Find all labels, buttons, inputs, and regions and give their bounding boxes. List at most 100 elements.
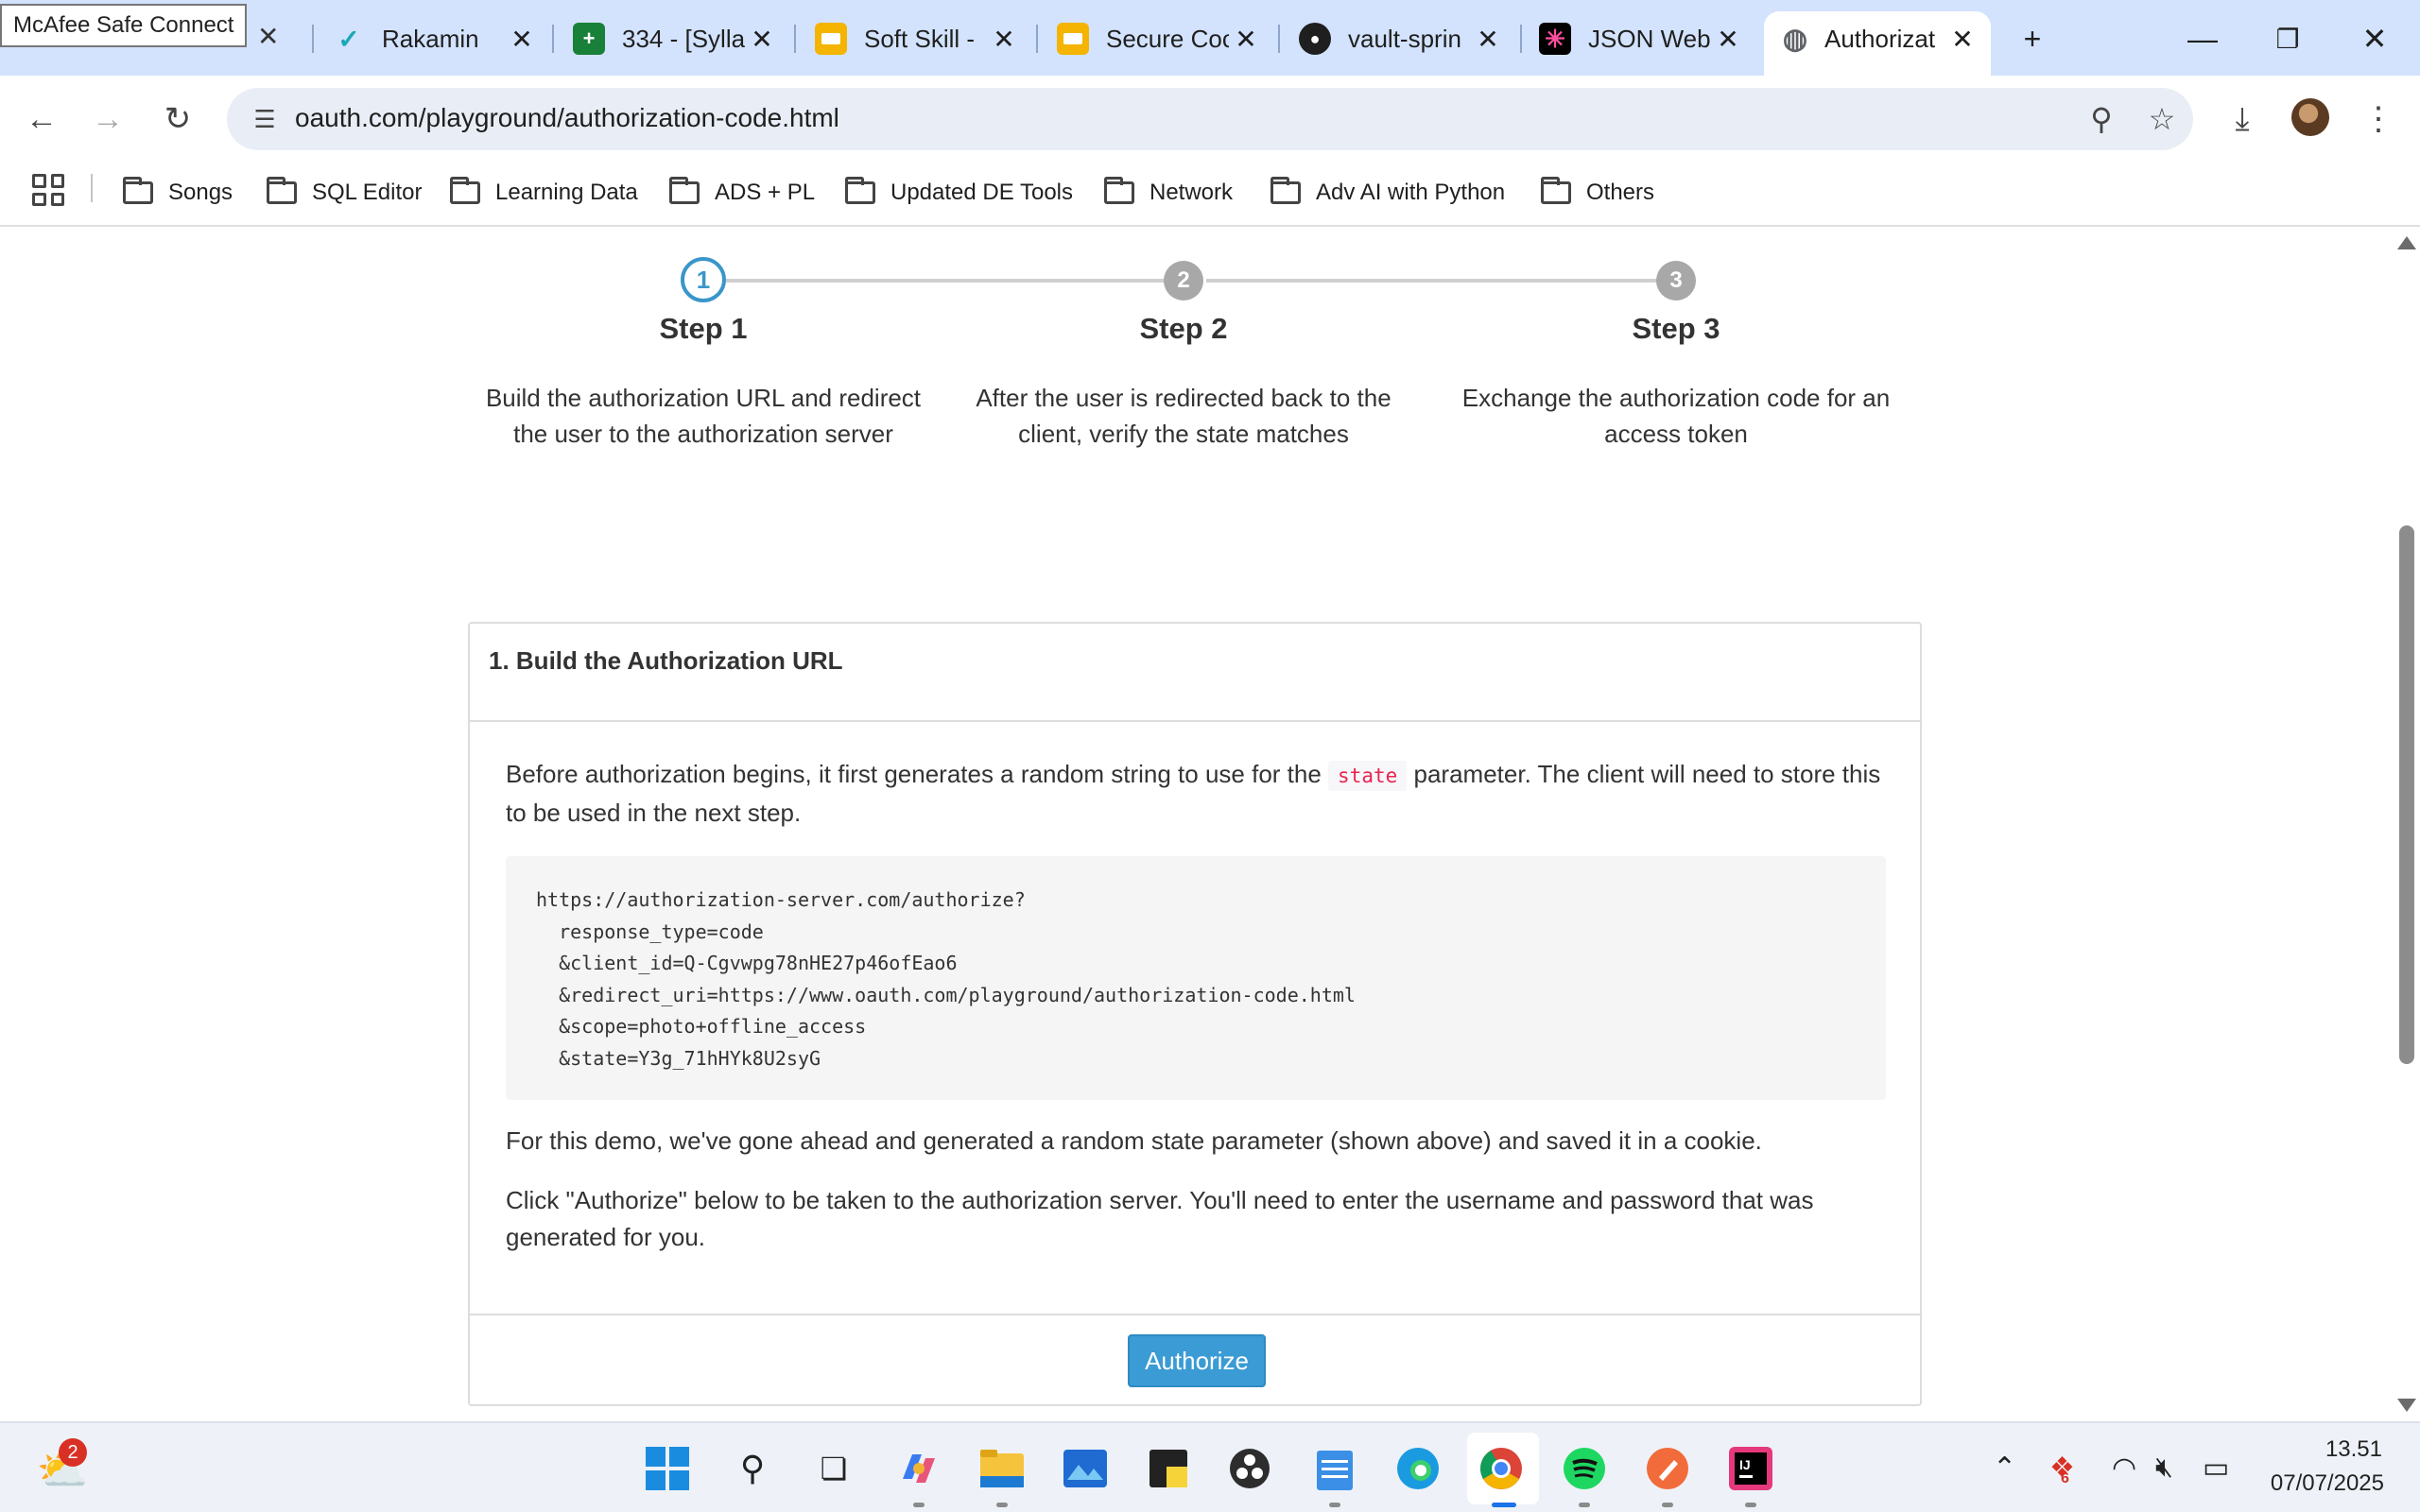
- authorize-button[interactable]: Authorize: [1128, 1334, 1266, 1387]
- bookmark-folder-others[interactable]: Others: [1541, 174, 1654, 212]
- bookmark-folder-sql-editor[interactable]: SQL Editor: [267, 174, 423, 212]
- step-2-title: Step 2: [1139, 312, 1228, 345]
- file-explorer-icon[interactable]: [977, 1444, 1027, 1493]
- bookmark-folder-ads-pl[interactable]: ADS + PL: [669, 174, 815, 212]
- bookmark-label: ADS + PL: [715, 180, 816, 205]
- close-icon[interactable]: ✕: [985, 24, 1023, 55]
- intellij-icon[interactable]: IJ: [1726, 1444, 1775, 1493]
- intro-paragraph: Before authorization begins, it first ge…: [506, 756, 1886, 832]
- search-icon[interactable]: ⚲: [728, 1444, 777, 1493]
- bookmark-folder-songs[interactable]: Songs: [123, 174, 233, 212]
- tab-separator: [794, 25, 796, 53]
- tab-authorization[interactable]: ◍ Authorizat ✕: [1779, 13, 1981, 64]
- edge-icon[interactable]: [1393, 1444, 1443, 1493]
- authorization-url-code: https://authorization-server.com/authori…: [506, 856, 1886, 1100]
- page-scrollbar[interactable]: [2394, 229, 2420, 1421]
- windows-start-icon[interactable]: [643, 1444, 692, 1493]
- battery-icon[interactable]: ▭: [2203, 1452, 2229, 1485]
- bookmark-folder-adv-ai[interactable]: Adv AI with Python: [1270, 174, 1505, 212]
- new-tab-button[interactable]: +: [1995, 13, 2070, 64]
- folder-icon: [1541, 177, 1571, 204]
- clock-time[interactable]: 13.51: [2325, 1436, 2382, 1463]
- step-2-indicator: 2: [1164, 261, 1203, 301]
- copilot-icon[interactable]: [894, 1444, 943, 1493]
- spotify-icon[interactable]: [1560, 1444, 1609, 1493]
- running-indicator: [1745, 1503, 1756, 1507]
- bookmark-label: Learning Data: [495, 180, 638, 205]
- step-1-description: Build the authorization URL and redirect…: [485, 384, 922, 448]
- tab-soft-skill[interactable]: Soft Skill - ✕: [815, 13, 1023, 64]
- scroll-down-arrow-icon[interactable]: [2397, 1399, 2416, 1412]
- restore-button[interactable]: ❐: [2250, 13, 2325, 64]
- scroll-thumb[interactable]: [2399, 525, 2414, 1064]
- scroll-up-arrow-icon[interactable]: [2397, 236, 2416, 249]
- tab-title: vault-sprin: [1348, 24, 1461, 53]
- running-indicator: [996, 1503, 1008, 1507]
- chrome-icon[interactable]: [1477, 1444, 1526, 1493]
- taskbar: ⛅ 2 ⚲ ❏ IJ ⌃ ❖ 6 ◠ 🔇︎ ▭ 13.51 07/07/2025: [0, 1421, 2420, 1512]
- zoom-icon[interactable]: ⚲: [2080, 97, 2123, 141]
- tab-title: Rakamin: [382, 24, 479, 53]
- task-view-icon[interactable]: ❏: [809, 1444, 858, 1493]
- tab-strip: McAfee Safe Connect ✕ ✓ Rakamin ✕ + 334 …: [0, 0, 2420, 76]
- tab-sheets[interactable]: + 334 - [Sylla ✕: [573, 13, 781, 64]
- tab-separator: [1520, 25, 1522, 53]
- download-icon: ⤓: [2235, 100, 2250, 137]
- close-icon[interactable]: ✕: [743, 24, 781, 55]
- forward-button[interactable]: →: [81, 93, 134, 146]
- step-2-description: After the user is redirected back to the…: [976, 384, 1392, 448]
- running-indicator: [913, 1503, 925, 1507]
- running-indicator: [1662, 1503, 1673, 1507]
- close-window-button[interactable]: ✕: [2337, 13, 2412, 64]
- wifi-icon[interactable]: ◠: [2112, 1452, 2136, 1485]
- bookmark-folder-updated-de-tools[interactable]: Updated DE Tools: [845, 174, 1073, 212]
- folder-icon: [267, 177, 297, 204]
- photos-icon[interactable]: [1061, 1444, 1110, 1493]
- arrow-right-icon: →: [92, 100, 124, 137]
- mcafee-tooltip: McAfee Safe Connect: [0, 4, 248, 47]
- apps-grid-icon[interactable]: [32, 174, 64, 206]
- notepad-icon[interactable]: [1310, 1444, 1359, 1493]
- bookmark-folder-learning-data[interactable]: Learning Data: [450, 174, 638, 212]
- folder-icon: [669, 177, 700, 204]
- bookmark-separator: [91, 174, 93, 202]
- tab-jwt[interactable]: ✳ JSON Web ✕: [1539, 13, 1747, 64]
- bookmark-star-icon[interactable]: ☆: [2140, 97, 2184, 141]
- url-text[interactable]: oauth.com/playground/authorization-code.…: [295, 103, 839, 133]
- close-icon[interactable]: ✕: [1469, 24, 1507, 55]
- downloads-button[interactable]: ⤓: [2216, 93, 2269, 146]
- rakamin-icon: ✓: [337, 24, 360, 54]
- sticky-notes-icon[interactable]: [1144, 1444, 1193, 1493]
- slides-icon: [815, 23, 847, 55]
- menu-button[interactable]: ⋮: [2352, 93, 2405, 146]
- demo-note: For this demo, we've gone ahead and gene…: [506, 1126, 1762, 1155]
- volume-muted-icon[interactable]: 🔇︎: [2155, 1452, 2173, 1484]
- bookmark-folder-network[interactable]: Network: [1104, 174, 1233, 212]
- bookmarks-bar: Songs SQL Editor Learning Data ADS + PL …: [0, 161, 2420, 227]
- clock-date[interactable]: 07/07/2025: [2271, 1470, 2384, 1497]
- arrow-left-icon: ←: [26, 100, 58, 137]
- stepper-connector: [726, 279, 1170, 283]
- reload-button[interactable]: ↻: [151, 93, 204, 146]
- plus-icon: +: [2023, 21, 2042, 56]
- back-button[interactable]: ←: [15, 93, 68, 146]
- close-icon[interactable]: ✕: [1709, 24, 1747, 55]
- obs-icon[interactable]: [1225, 1444, 1274, 1493]
- avatar[interactable]: [2291, 98, 2329, 136]
- minimize-icon: —: [2187, 21, 2218, 56]
- close-icon[interactable]: ✕: [1227, 24, 1265, 55]
- pen-app-icon[interactable]: [1643, 1444, 1692, 1493]
- site-info-icon[interactable]: ☰: [246, 100, 284, 138]
- restore-icon: ❐: [2275, 24, 2300, 54]
- panel-body: Before authorization begins, it first ge…: [506, 756, 1886, 1256]
- tab-rakamin[interactable]: ✓ Rakamin ✕: [333, 13, 541, 64]
- address-bar[interactable]: ☰ oauth.com/playground/authorization-cod…: [227, 88, 2193, 150]
- minimize-button[interactable]: —: [2165, 13, 2240, 64]
- tab-github[interactable]: ● vault-sprin ✕: [1299, 13, 1507, 64]
- tab-close-icon[interactable]: ✕: [257, 21, 279, 52]
- close-icon[interactable]: ✕: [503, 24, 541, 55]
- tab-secure-code[interactable]: Secure Coc ✕: [1057, 13, 1265, 64]
- browser-toolbar: ← → ↻ ☰ oauth.com/playground/authorizati…: [0, 76, 2420, 161]
- chevron-up-icon[interactable]: ⌃: [1993, 1452, 2016, 1485]
- close-icon[interactable]: ✕: [1944, 24, 1981, 55]
